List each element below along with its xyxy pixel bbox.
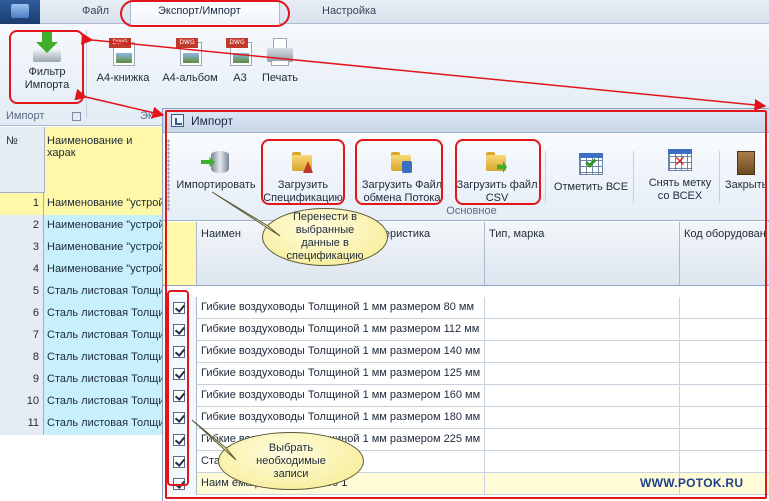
spec-row-number: 11: [0, 413, 44, 435]
spec-col-name[interactable]: Наименование и харак: [44, 127, 165, 193]
watermark: WWW.POTOK.RU: [640, 476, 744, 490]
app-menu-button[interactable]: [0, 0, 40, 24]
spec-row-name: Сталь листовая Толщи: [44, 347, 165, 369]
spec-row-name: Наименование "устрой: [44, 215, 165, 237]
ribbon-tab-bar: Файл Экспорт/Импорт Настройка: [0, 0, 769, 26]
spec-row-name: Сталь листовая Толщи: [44, 325, 165, 347]
spec-row-name: Сталь листовая Толщи: [44, 391, 165, 413]
callout-transfer: Перенести в выбранные данные в специфика…: [262, 208, 388, 266]
spec-row-number: 9: [0, 369, 44, 391]
callout-box-load-csv: [455, 139, 541, 205]
a4-portrait-label: А4-книжка: [96, 72, 150, 84]
callout-box-import-filter: [9, 30, 84, 104]
spec-row-name: Наименование "устрой: [44, 193, 165, 215]
spec-row-number: 10: [0, 391, 44, 413]
tab-file[interactable]: Файл: [82, 5, 109, 17]
a3-label: А3: [233, 72, 247, 84]
a4-portrait-button[interactable]: DWG А4-книжка: [94, 38, 152, 84]
spec-row-name: Сталь листовая Толщи: [44, 413, 165, 435]
dwg-icon: DWG: [109, 38, 137, 68]
callout-box-export-tab: [120, 0, 290, 27]
spec-row-number: 4: [0, 259, 44, 281]
print-label: Печать: [261, 72, 299, 84]
spec-row-name: Сталь листовая Толщи: [44, 369, 165, 391]
spec-row[interactable]: 5 Сталь листовая Толщи: [0, 281, 165, 303]
specification-table: № Наименование и харак 1 Наименование "ус…: [0, 127, 165, 501]
spec-row[interactable]: 10 Сталь листовая Толщи: [0, 391, 165, 413]
ribbon-group-import: Импорт: [6, 110, 45, 122]
callout-box-load-flow: [355, 139, 443, 205]
callout-select: Выбрать необходимые записи: [218, 432, 364, 490]
spec-row-number: 3: [0, 237, 44, 259]
tab-settings[interactable]: Настройка: [322, 5, 376, 17]
dwg-icon: DWG: [226, 38, 254, 68]
printer-icon: [265, 38, 295, 68]
spec-row-number: 2: [0, 215, 44, 237]
print-button[interactable]: Печать: [260, 38, 300, 84]
spec-row[interactable]: 1 Наименование "устрой: [0, 193, 165, 215]
spec-row[interactable]: 3 Наименование "устрой: [0, 237, 165, 259]
dwg-icon: DWG: [176, 38, 204, 68]
dialog-launcher-icon[interactable]: [72, 112, 81, 121]
a3-button[interactable]: DWG А3: [226, 38, 254, 84]
callout-box-load-spec: [261, 139, 345, 205]
spec-col-number[interactable]: №: [6, 135, 18, 147]
spec-row-name: Сталь листовая Толщи: [44, 303, 165, 325]
spec-row-name: Сталь листовая Толщи: [44, 281, 165, 303]
a4-landscape-label: А4-альбом: [162, 72, 218, 84]
spec-row[interactable]: 7 Сталь листовая Толщи: [0, 325, 165, 347]
spec-row[interactable]: 9 Сталь листовая Толщи: [0, 369, 165, 391]
a4-landscape-button[interactable]: DWG А4-альбом: [160, 38, 220, 84]
ribbon-group-separator: [86, 30, 87, 118]
spec-row[interactable]: 4 Наименование "устрой: [0, 259, 165, 281]
spec-row[interactable]: 6 Сталь листовая Толщи: [0, 303, 165, 325]
ribbon-group-export: Эк: [140, 110, 153, 122]
callout-box-checkboxes: [167, 290, 189, 486]
spec-row[interactable]: 2 Наименование "устрой: [0, 215, 165, 237]
spec-header: № Наименование и харак: [0, 127, 165, 193]
spec-row-number: 6: [0, 303, 44, 325]
spec-row-number: 1: [0, 193, 44, 215]
spec-row-name: Наименование "устрой: [44, 237, 165, 259]
app-logo-icon: [11, 4, 29, 18]
spec-row-number: 7: [0, 325, 44, 347]
spec-row-number: 5: [0, 281, 44, 303]
spec-row-number: 8: [0, 347, 44, 369]
spec-row[interactable]: 11 Сталь листовая Толщи: [0, 413, 165, 435]
spec-row-name: Наименование "устрой: [44, 259, 165, 281]
spec-row[interactable]: 8 Сталь листовая Толщи: [0, 347, 165, 369]
